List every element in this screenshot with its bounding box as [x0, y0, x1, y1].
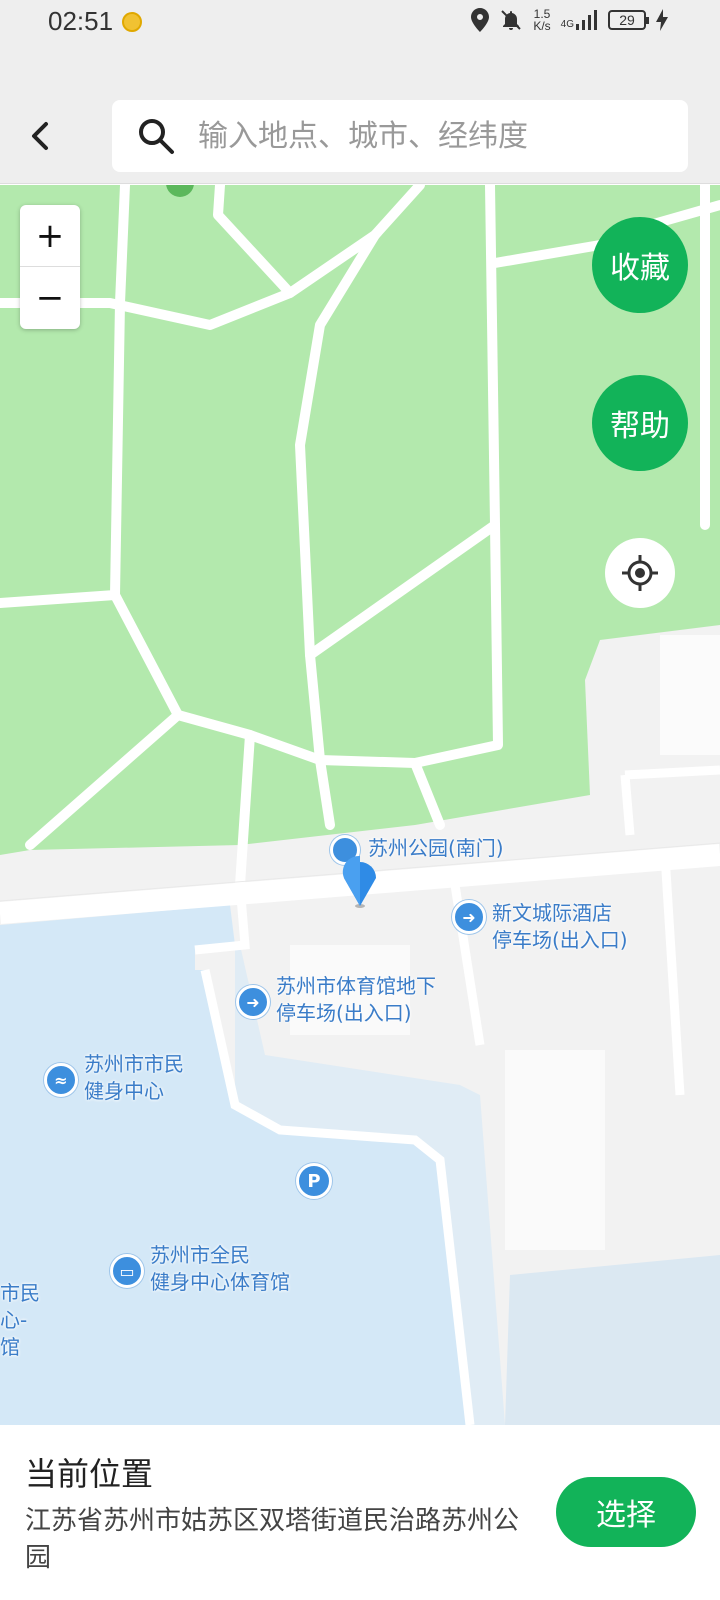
- parking-icon: P: [296, 1163, 332, 1199]
- poi-citizen-fitness-center[interactable]: ≈ 苏州市市民 健身中心: [44, 1051, 184, 1105]
- zoom-in-button[interactable]: +: [20, 205, 80, 267]
- current-location-panel: 当前位置 江苏省苏州市姑苏区双塔街道民治路苏州公园 选择: [0, 1425, 720, 1600]
- poi-parking[interactable]: P: [296, 1163, 332, 1199]
- poi-label: 苏州市市民 健身中心: [84, 1052, 184, 1103]
- network-type: 4G: [560, 19, 574, 30]
- entrance-icon: ➜: [452, 900, 486, 934]
- status-bar: 02:51 1.5 K/s 4G 29: [0, 0, 720, 88]
- poi-label: 苏州市全民 健身中心体育馆: [150, 1243, 290, 1294]
- net-speed-unit: K/s: [533, 19, 551, 33]
- back-button[interactable]: [20, 112, 60, 160]
- map-view[interactable]: + − 收藏 帮助 苏州公园(南门) ➜ 新文城际酒店 停车场(出入口) ➜ 苏…: [0, 185, 720, 1425]
- net-speed: 1.5 K/s: [533, 8, 550, 32]
- search-input[interactable]: [198, 118, 658, 154]
- current-location-address: 江苏省苏州市姑苏区双塔街道民治路苏州公园: [25, 1506, 520, 1573]
- poi-partial-label[interactable]: 市民 心- 馆: [0, 1280, 40, 1361]
- poi-national-fitness-gym[interactable]: ▭ 苏州市全民 健身中心体育馆: [110, 1242, 290, 1296]
- zoom-control: + −: [20, 205, 80, 329]
- status-icons: 1.5 K/s 4G 29: [471, 8, 668, 32]
- mute-bell-icon: [501, 10, 522, 30]
- zoom-out-button[interactable]: −: [20, 267, 80, 329]
- battery-icon: 29: [608, 10, 649, 30]
- select-button[interactable]: 选择: [556, 1477, 696, 1547]
- poi-label: 苏州市体育馆地下 停车场(出入口): [276, 974, 436, 1025]
- fitness-icon: ≈: [44, 1063, 78, 1097]
- poi-gym-underground-parking[interactable]: ➜ 苏州市体育馆地下 停车场(出入口): [236, 973, 436, 1027]
- search-box[interactable]: [112, 100, 688, 172]
- map-base: [0, 185, 720, 1425]
- poi-label: 市民 心- 馆: [0, 1281, 40, 1359]
- gym-icon: ▭: [110, 1254, 144, 1288]
- favorite-button[interactable]: 收藏: [592, 217, 688, 313]
- current-location-title: 当前位置: [25, 1455, 154, 1493]
- help-button[interactable]: 帮助: [592, 375, 688, 471]
- charging-icon: [656, 9, 668, 31]
- location-icon: [471, 8, 490, 32]
- location-pin-icon: [342, 855, 376, 908]
- chevron-left-icon: [32, 122, 48, 150]
- poi-label: 新文城际酒店 停车场(出入口): [492, 901, 628, 952]
- search-icon: [139, 119, 174, 154]
- header: [0, 88, 720, 184]
- locate-me-button[interactable]: [605, 538, 675, 608]
- signal-icon: 4G: [561, 10, 598, 30]
- poi-label: 苏州公园(南门): [368, 836, 504, 860]
- poi-xinwen-hotel-parking[interactable]: ➜ 新文城际酒店 停车场(出入口): [452, 900, 628, 954]
- crosshair-icon: [622, 555, 658, 591]
- status-time: 02:51: [48, 6, 114, 36]
- entrance-icon: ➜: [236, 985, 270, 1019]
- coin-app-icon: [122, 12, 142, 32]
